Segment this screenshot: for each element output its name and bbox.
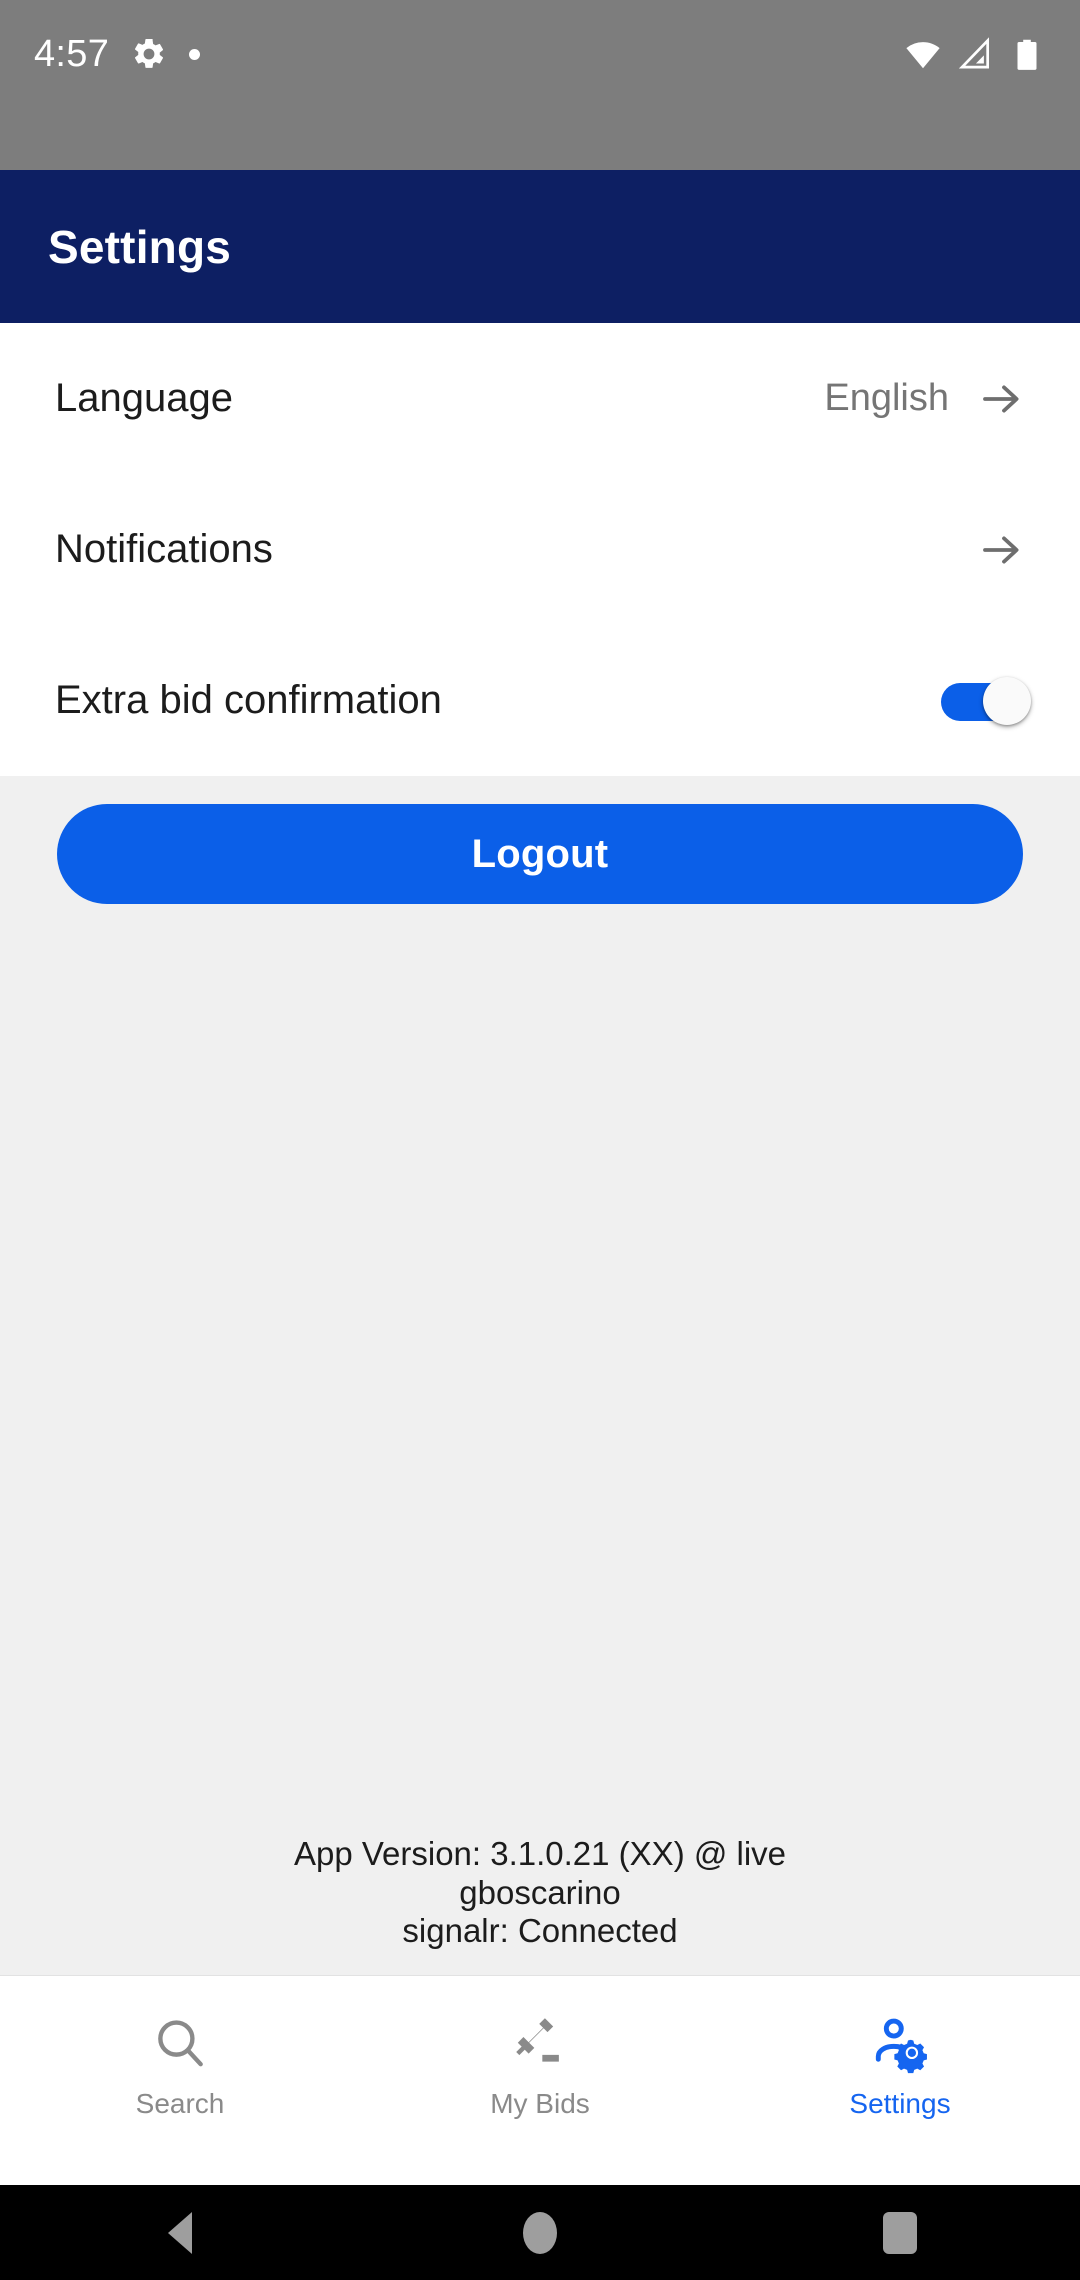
status-bar-right xyxy=(904,30,1046,78)
app-bar: Settings xyxy=(0,170,1080,323)
tab-label-my-bids: My Bids xyxy=(490,2088,590,2119)
setting-row-notifications[interactable]: Notifications xyxy=(0,474,1080,625)
arrow-right-icon xyxy=(977,375,1025,423)
setting-label-notifications: Notifications xyxy=(55,527,273,571)
status-bar-clock: 4:57 xyxy=(34,33,110,75)
manage-accounts-icon xyxy=(869,2012,931,2074)
bottom-navigation: Search My Bids Settings xyxy=(0,1975,1080,2185)
home-button[interactable] xyxy=(360,2211,720,2254)
app-version-text: App Version: 3.1.0.21 (XX) @ live xyxy=(293,1835,787,1873)
tab-my-bids[interactable]: My Bids xyxy=(360,2012,720,2120)
dot-indicator xyxy=(189,48,201,60)
app-version-info: App Version: 3.1.0.21 (XX) @ live gbosca… xyxy=(0,1835,1080,1951)
gavel-icon xyxy=(509,2012,571,2074)
search-icon xyxy=(149,2012,211,2074)
setting-label-language: Language xyxy=(55,376,233,420)
setting-row-extra-bid-confirmation[interactable]: Extra bid confirmation xyxy=(0,625,1080,776)
status-bar-left: 4:57 xyxy=(34,30,201,78)
recents-button[interactable] xyxy=(720,2211,1080,2254)
back-button[interactable] xyxy=(0,2211,360,2254)
toggle-thumb xyxy=(983,676,1031,725)
status-bar: 4:57 xyxy=(0,0,1080,170)
tab-settings[interactable]: Settings xyxy=(720,2012,1080,2120)
setting-row-language[interactable]: Language English xyxy=(0,323,1080,474)
setting-value-language: English xyxy=(824,377,949,419)
tab-label-settings: Settings xyxy=(849,2088,951,2119)
battery-icon xyxy=(1008,35,1046,73)
page-title: Settings xyxy=(48,220,232,273)
username-text: gboscarino xyxy=(459,1873,621,1911)
wifi-icon xyxy=(904,35,942,73)
logout-button[interactable]: Logout xyxy=(57,804,1023,904)
back-triangle-icon xyxy=(168,2211,192,2254)
extra-bid-confirmation-toggle[interactable] xyxy=(941,676,1031,725)
recents-square-icon xyxy=(883,2211,917,2254)
android-navigation-bar xyxy=(0,2185,1080,2280)
gear-icon xyxy=(131,36,167,72)
settings-list: Language English Notifications Extra bid… xyxy=(0,323,1080,776)
tab-label-search: Search xyxy=(135,2088,225,2119)
logout-container: Logout xyxy=(0,804,1080,904)
setting-label-extra-bid-confirmation: Extra bid confirmation xyxy=(55,678,442,722)
home-circle-icon xyxy=(523,2211,557,2254)
signalr-status-text: signalr: Connected xyxy=(402,1912,678,1950)
content-area: Logout App Version: 3.1.0.21 (XX) @ live… xyxy=(0,776,1080,1975)
cellular-signal-icon xyxy=(956,35,994,73)
tab-search[interactable]: Search xyxy=(0,2012,360,2120)
phone-screen: 4:57 Settings Language English Notificat… xyxy=(0,0,1080,2280)
arrow-right-icon xyxy=(977,526,1025,574)
